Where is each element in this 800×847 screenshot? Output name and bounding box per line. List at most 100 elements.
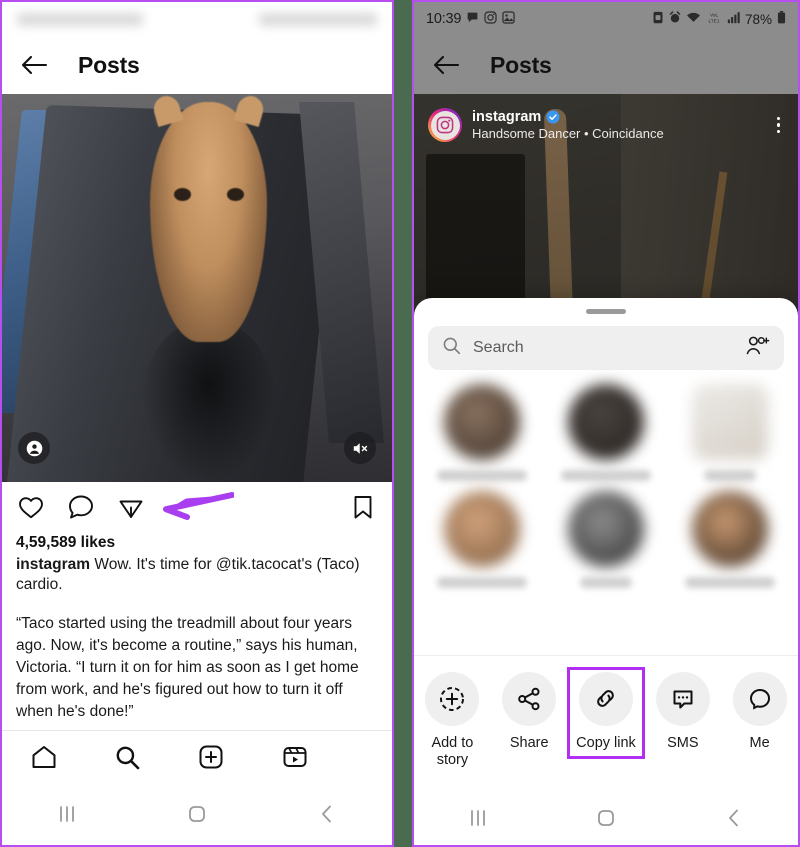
svg-text:VoL: VoL — [710, 13, 719, 19]
list-item[interactable] — [668, 384, 792, 481]
kebab-menu-icon[interactable] — [773, 113, 785, 138]
search-input[interactable]: Search — [428, 326, 784, 370]
post-media-cat-treadmill[interactable] — [2, 94, 392, 482]
author-audio-subtitle[interactable]: Handsome Dancer • Coincidance — [472, 126, 763, 141]
share-nodes-icon — [502, 671, 557, 726]
heart-icon[interactable] — [16, 492, 46, 522]
cat-eye-left — [173, 188, 191, 202]
right-phone-panel: 10:39 VoL LTE1 78% Posts instagram Hands… — [412, 0, 800, 847]
messenger-icon — [732, 671, 787, 726]
search-icon[interactable] — [113, 743, 141, 771]
recents-icon[interactable] — [465, 805, 491, 831]
list-item[interactable] — [420, 384, 544, 481]
caption-username[interactable]: instagram — [16, 556, 90, 573]
back-arrow-icon[interactable] — [20, 54, 48, 76]
android-nav-bar-left — [2, 782, 392, 845]
plus-square-icon[interactable] — [197, 743, 225, 771]
mute-icon[interactable] — [344, 432, 376, 464]
status-time: 10:39 — [426, 11, 462, 27]
post-media-garage[interactable]: instagram Handsome Dancer • Coincidance — [414, 94, 798, 845]
instagram-logo-icon — [430, 110, 460, 140]
screenshot-stage: Posts 4,59,589 likes instagram Wow. It's… — [0, 0, 800, 847]
sidebar-item-home[interactable] — [30, 743, 200, 788]
left-status-bar-blurred — [2, 2, 392, 36]
share-button[interactable]: Share — [491, 668, 568, 759]
author-text-block: instagram Handsome Dancer • Coincidance — [472, 109, 763, 141]
reels-icon[interactable] — [281, 743, 309, 771]
android-status-bar: 10:39 VoL LTE1 78% — [414, 2, 798, 36]
contact-name-blurred — [685, 577, 775, 588]
list-item[interactable] — [420, 491, 544, 588]
status-bar-right: VoL LTE1 78% — [652, 11, 786, 27]
home-square-icon[interactable] — [593, 805, 619, 831]
svg-text:LTE1: LTE1 — [708, 18, 719, 24]
send-icon[interactable] — [116, 492, 146, 522]
person-tag-icon[interactable] — [18, 432, 50, 464]
cat-eye-right — [226, 188, 244, 202]
search-placeholder: Search — [473, 339, 524, 356]
post-caption: 4,59,589 likes instagram Wow. It's time … — [2, 532, 392, 723]
contact-name-blurred — [580, 577, 632, 588]
verified-badge-icon — [546, 110, 560, 124]
search-row: Search — [414, 314, 798, 370]
add-people-icon[interactable] — [746, 335, 770, 361]
add-to-story-icon — [425, 671, 480, 726]
caption-line: instagram Wow. It's time for @tik.tacoca… — [16, 555, 378, 596]
instagram-tab-bar — [2, 730, 392, 788]
back-chevron-icon[interactable] — [314, 801, 340, 827]
list-item[interactable] — [668, 491, 792, 588]
purple-arrow-annotation — [163, 492, 234, 520]
contact-avatar — [444, 491, 520, 567]
back-arrow-icon[interactable] — [432, 54, 460, 76]
messenger-button[interactable]: Me — [721, 668, 798, 759]
chat-bubble-icon — [466, 11, 479, 27]
left-app-bar: Posts — [2, 36, 392, 94]
list-item[interactable] — [544, 384, 668, 481]
like-count: 4,59,589 likes — [16, 534, 116, 551]
add-to-story-button[interactable]: Add to story — [414, 668, 491, 776]
contact-name-blurred — [437, 577, 527, 588]
signal-icon — [727, 11, 740, 27]
link-icon — [578, 671, 633, 726]
share-action-row: Add to story Share Copy link SMS Me — [414, 654, 798, 786]
add-to-story-label: Add to story — [431, 734, 474, 769]
contact-name-blurred — [704, 470, 756, 481]
back-chevron-icon[interactable] — [721, 805, 747, 831]
battery-percent: 78% — [744, 11, 772, 27]
status-blur-left — [16, 12, 144, 26]
status-bar-left: 10:39 — [426, 11, 515, 27]
search-icon — [442, 336, 461, 360]
photos-icon — [502, 11, 515, 27]
battery-icon — [777, 11, 786, 27]
cat-subject — [150, 94, 268, 343]
cat-shadow — [142, 319, 275, 482]
page-title: Posts — [78, 51, 140, 78]
list-item[interactable] — [544, 491, 668, 588]
wifi-icon — [686, 11, 701, 27]
sms-label: SMS — [667, 734, 699, 751]
share-label: Share — [509, 734, 549, 751]
recents-icon[interactable] — [54, 801, 80, 827]
share-bottom-sheet: Search Add to story Share Copy link SMS … — [414, 298, 798, 786]
copy-link-label: Copy link — [576, 734, 636, 751]
author-name-row: instagram — [472, 109, 763, 125]
comment-icon[interactable] — [66, 492, 96, 522]
contact-avatar — [444, 384, 520, 460]
contact-avatar — [692, 491, 768, 567]
author-username[interactable]: instagram — [472, 109, 541, 125]
bookmark-icon[interactable] — [348, 492, 378, 522]
alarm-icon — [669, 11, 681, 27]
sms-bubble-icon — [655, 671, 710, 726]
messenger-label: Me — [749, 734, 770, 751]
volte-icon: VoL LTE1 — [706, 11, 722, 27]
sms-button[interactable]: SMS — [644, 668, 721, 759]
instagram-icon — [484, 11, 497, 27]
left-phone-panel: Posts 4,59,589 likes instagram Wow. It's… — [0, 0, 394, 847]
copy-link-button[interactable]: Copy link — [566, 666, 646, 760]
contact-avatar — [692, 384, 768, 460]
avatar[interactable] — [428, 108, 462, 142]
contact-grid — [414, 370, 798, 588]
home-square-icon[interactable] — [184, 801, 210, 827]
post-author-header: instagram Handsome Dancer • Coincidance — [414, 94, 798, 142]
right-app-bar: Posts — [414, 36, 798, 94]
